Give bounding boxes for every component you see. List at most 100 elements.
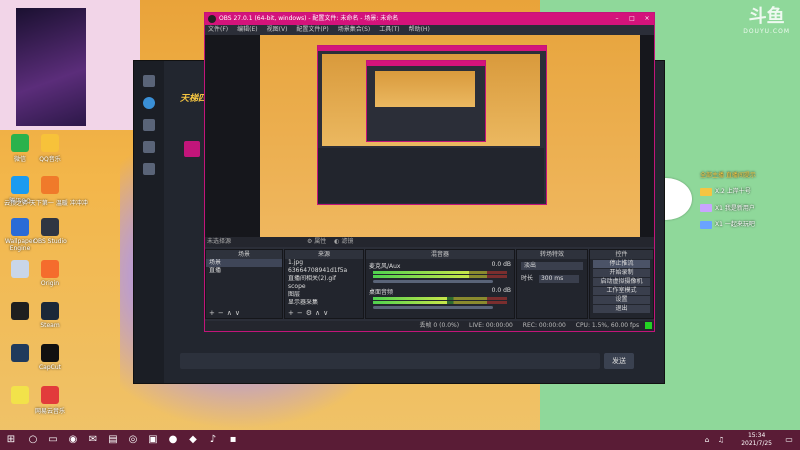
desktop-icon[interactable]: Origin xyxy=(30,260,70,287)
desktop-note: 云顶之弈 天下第一 温暖 冲冲冲 xyxy=(4,200,88,207)
nested-obs-window-2 xyxy=(366,60,486,142)
chat-input[interactable] xyxy=(180,353,600,369)
mail-icon[interactable]: ✉ xyxy=(86,433,100,447)
app-icon xyxy=(11,260,29,278)
scene-toolbar[interactable]: +−∧∨ xyxy=(209,309,243,317)
send-button[interactable]: 发送 xyxy=(604,353,634,369)
source-item[interactable]: 图层 xyxy=(285,291,363,299)
desktop-icon[interactable]: QQ音乐 xyxy=(30,134,70,163)
explorer-icon[interactable]: ▤ xyxy=(106,433,120,447)
live-icon[interactable] xyxy=(143,97,155,109)
steam-icon[interactable]: ◎ xyxy=(126,433,140,447)
search-icon[interactable]: ○ xyxy=(26,433,40,447)
transition-select[interactable]: 淡出 xyxy=(521,262,583,270)
obs-taskbar-icon[interactable]: ● xyxy=(166,433,180,447)
menu-profile[interactable]: 配置文件(P) xyxy=(296,26,328,33)
duration-input[interactable]: 300 ms xyxy=(538,275,579,283)
sources-dock: 来源 1.jpg 63664708941d1f5a 直播间相关(2).gif s… xyxy=(284,249,364,319)
meter-fill xyxy=(373,301,447,304)
taskbar-clock[interactable]: 15:34 2021/7/25 xyxy=(741,432,772,448)
app-icon xyxy=(11,302,29,320)
desktop-icon[interactable]: CapCut xyxy=(30,344,70,371)
desktop-icon[interactable]: Steam xyxy=(30,302,70,329)
home-icon[interactable] xyxy=(143,75,155,87)
stop-streaming-button[interactable]: 停止推流 xyxy=(593,260,650,268)
notification-icon[interactable]: ▭ xyxy=(782,433,796,447)
source-item[interactable]: 显示器采集 xyxy=(285,299,363,307)
chat-line: X1 我是新用户 xyxy=(700,203,800,212)
source-item[interactable]: 1.jpg xyxy=(285,259,363,267)
desktop-icon-label: QQ音乐 xyxy=(39,156,61,163)
menu-scene-collection[interactable]: 场景集合(S) xyxy=(338,26,371,33)
app-icon xyxy=(41,386,59,404)
properties-button[interactable]: ⚙ 属性 xyxy=(307,238,326,245)
stream-health-indicator xyxy=(645,322,652,329)
menu-tools[interactable]: 工具(T) xyxy=(379,26,399,33)
menu-view[interactable]: 视图(V) xyxy=(267,26,288,33)
tray-volume-icon[interactable]: ♫ xyxy=(714,433,728,447)
browser-icon[interactable]: ◉ xyxy=(66,433,80,447)
nested-titlebar-2 xyxy=(367,61,485,66)
menu-edit[interactable]: 编辑(E) xyxy=(237,26,257,33)
source-item[interactable]: 直播间相关(2).gif xyxy=(285,275,363,283)
maximize-icon[interactable]: □ xyxy=(625,13,639,25)
exit-button[interactable]: 退出 xyxy=(593,305,650,313)
studio-mode-button[interactable]: 工作室模式 xyxy=(593,287,650,295)
channel-db: 0.0 dB xyxy=(491,261,511,268)
scenes-header: 场景 xyxy=(206,250,282,259)
music-taskbar-icon[interactable]: ♪ xyxy=(206,433,220,447)
filters-button[interactable]: ◐ 滤镜 xyxy=(334,238,353,245)
desktop-icon[interactable] xyxy=(30,176,70,196)
volume-meter xyxy=(373,275,507,278)
tray-network-icon[interactable]: ⌂ xyxy=(700,433,714,447)
source-toolbar[interactable]: +−⚙∧∨ xyxy=(288,309,331,317)
menu-file[interactable]: 文件(F) xyxy=(208,26,228,33)
chat-text: 全部主播 直播间提示 xyxy=(700,172,756,179)
meter-fill xyxy=(373,271,470,274)
menu-help[interactable]: 帮助(H) xyxy=(409,26,430,33)
app-icon xyxy=(41,176,59,194)
store-icon[interactable]: ▣ xyxy=(146,433,160,447)
chat-panel: 全部主播 直播间提示 X.2 上岸十号 X1 我是新用户 X1 一起来玩吧 xyxy=(700,170,800,236)
source-item[interactable]: 63664708941d1f5a xyxy=(285,267,363,275)
chat-text: X1 我是新用户 xyxy=(715,204,755,212)
desktop-icon[interactable]: OBS Studio xyxy=(30,218,70,245)
channel-db: 0.0 dB xyxy=(491,287,511,294)
obs-preview[interactable] xyxy=(205,35,654,247)
close-icon[interactable]: × xyxy=(640,13,654,25)
mixer-channel: 麦克风/Aux 0.0 dB xyxy=(366,259,514,285)
video-icon[interactable] xyxy=(143,141,155,153)
scene-item[interactable]: 直播 xyxy=(206,267,282,275)
channel-name: 麦克风/Aux xyxy=(369,263,401,270)
streamer-avatar[interactable] xyxy=(184,141,200,157)
task-view-icon[interactable]: ▭ xyxy=(46,433,60,447)
start-icon[interactable]: ⊞ xyxy=(4,433,18,447)
channel-name: 桌面音频 xyxy=(369,289,394,296)
obs-docks: 场景 场景 直播 +−∧∨ 来源 1.jpg 63664708941d1f5a … xyxy=(205,249,654,319)
nested-titlebar xyxy=(318,46,546,51)
source-item[interactable]: scope xyxy=(285,283,363,291)
scene-item[interactable]: 场景 xyxy=(206,259,282,267)
start-recording-button[interactable]: 开始录制 xyxy=(593,269,650,277)
game-icon[interactable] xyxy=(143,119,155,131)
clock-date: 2021/7/25 xyxy=(741,440,772,447)
nested-obs-window xyxy=(317,45,547,205)
desktop-icon[interactable]: 网易云音乐 xyxy=(30,386,70,415)
minimize-icon[interactable]: – xyxy=(610,13,624,25)
app-icon xyxy=(41,302,59,320)
douyu-sub: DOUYU.COM xyxy=(743,28,790,35)
app-taskbar-icon[interactable]: ▪ xyxy=(226,433,240,447)
client-title: 天梯四 xyxy=(180,94,208,104)
app-icon xyxy=(41,260,59,278)
volume-slider[interactable] xyxy=(373,280,493,283)
app-icon xyxy=(11,386,29,404)
virtual-camera-button[interactable]: 启动虚拟摄像机 xyxy=(593,278,650,286)
message-icon[interactable] xyxy=(143,163,155,175)
obs-titlebar: OBS 27.0.1 (64-bit, windows) - 配置文件: 未命名… xyxy=(205,13,654,25)
settings-button[interactable]: 设置 xyxy=(593,296,650,304)
douyu-taskbar-icon[interactable]: ◆ xyxy=(186,433,200,447)
desktop-icon-label: CapCut xyxy=(38,364,62,371)
mixer-channel: 桌面音频 0.0 dB xyxy=(366,285,514,311)
rec-time: REC: 00:00:00 xyxy=(522,322,566,329)
volume-slider[interactable] xyxy=(373,306,493,309)
